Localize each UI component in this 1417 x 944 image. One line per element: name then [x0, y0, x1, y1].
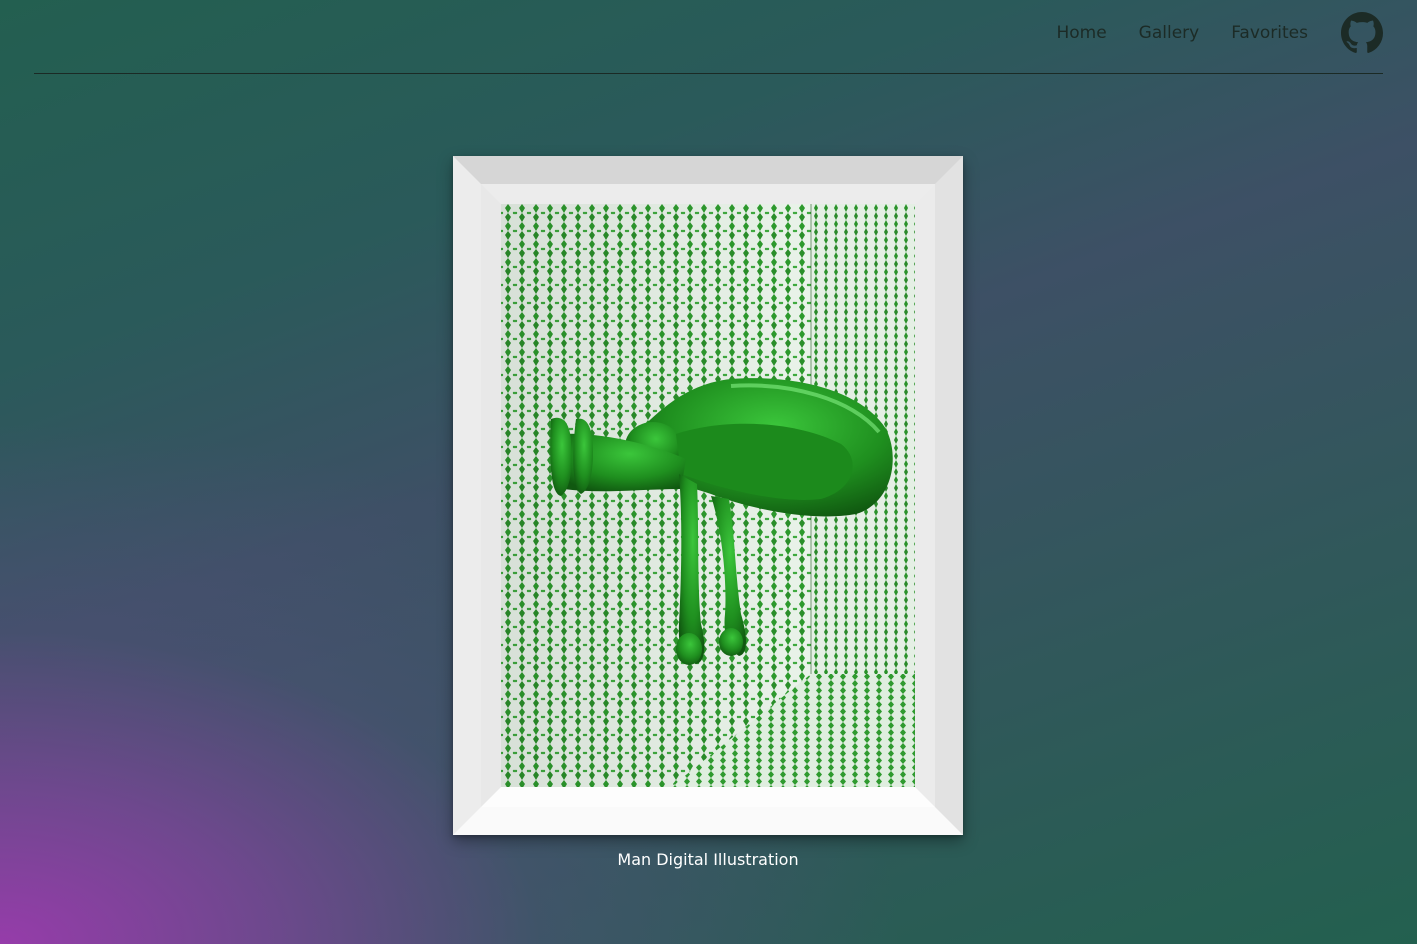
nav-gallery-link[interactable]: Gallery — [1139, 22, 1200, 44]
artwork-illustration — [501, 204, 915, 787]
top-nav: Home Gallery Favorites — [34, 0, 1383, 74]
artwork-caption: Man Digital Illustration — [617, 850, 799, 869]
nav-home-link[interactable]: Home — [1056, 22, 1106, 44]
github-icon[interactable] — [1341, 12, 1383, 54]
artwork-frame — [453, 156, 963, 835]
artwork-image[interactable] — [501, 204, 915, 787]
nav-links: Home Gallery Favorites — [1056, 12, 1383, 54]
nav-favorites-link[interactable]: Favorites — [1231, 22, 1308, 44]
